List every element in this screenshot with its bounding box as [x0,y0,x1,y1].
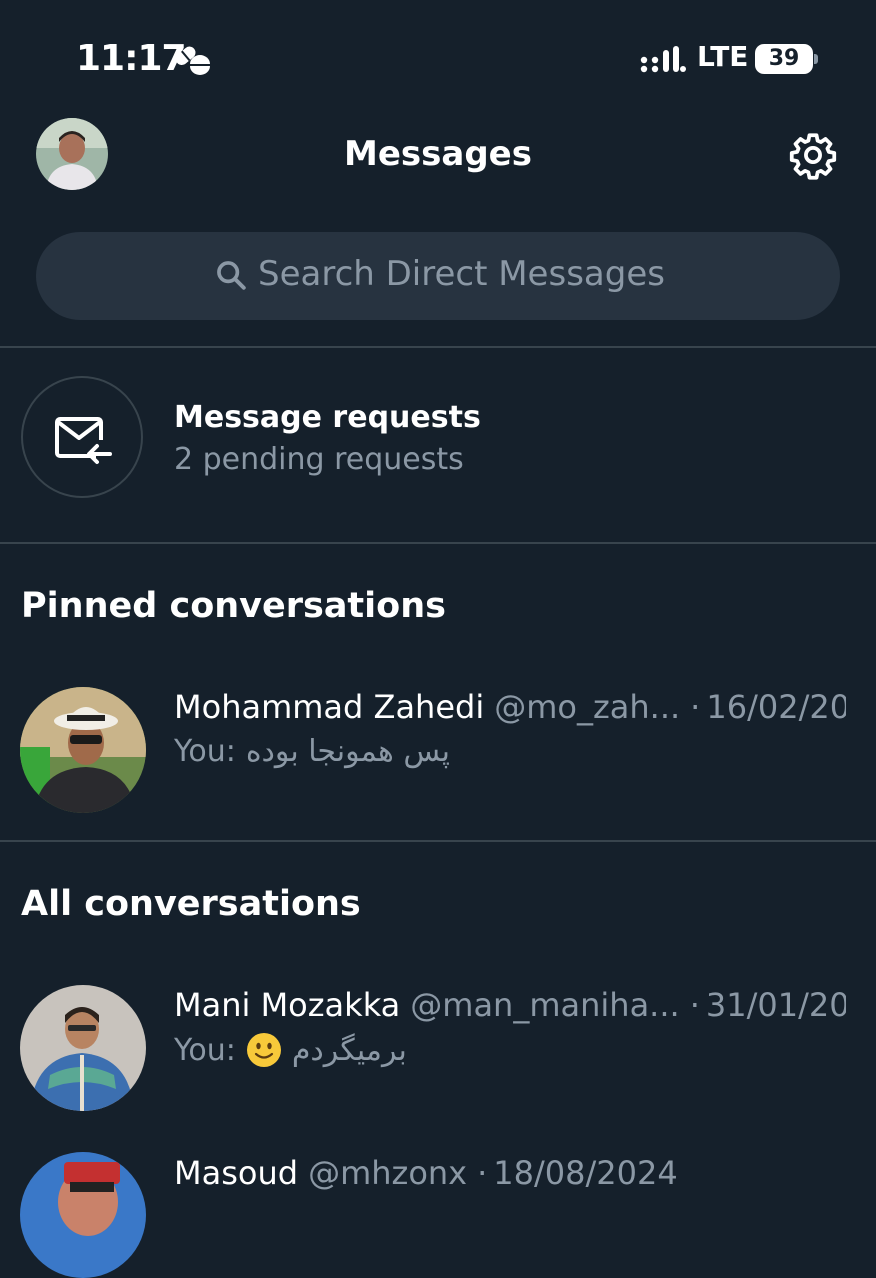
conversation-handle: @mhzonx [308,1154,468,1192]
pill-capsule-icon [175,46,210,75]
search-icon [217,261,246,290]
preview-prefix: You: [174,734,236,769]
slightly-smiling-face-icon [246,1033,281,1067]
conversation-header[interactable]: Mani Mozakka @man_maniha... · 31/01/2025 [174,986,846,1024]
conversation-date: 18/08/2024 [493,1154,678,1192]
conversation-name: Masoud [174,1154,299,1192]
search-placeholder: Search Direct Messages [258,254,665,294]
separator-dot: · [690,688,701,726]
battery-level: 39 [755,44,813,74]
divider [0,840,876,842]
avatar-image [20,985,146,1111]
conversation-avatar[interactable] [20,985,146,1111]
message-requests-count: 2 pending requests [174,442,464,477]
preview-text: برمیگردم [291,1032,407,1068]
conversation-avatar[interactable] [20,687,146,813]
conversation-name: Mohammad Zahedi [174,688,485,726]
status-time: 11:17 [76,38,187,79]
cellular-signal-icon [640,46,686,73]
conversation-date: 31/01/2025 [705,986,846,1024]
conversation-header[interactable]: Masoud @mhzonx · 18/08/2024 [174,1154,846,1192]
gear-icon[interactable] [788,130,838,180]
network-type: LTE [697,40,749,73]
avatar-image [20,1152,146,1278]
divider [0,346,876,348]
conversation-date: 16/02/2024 [706,688,846,726]
conversation-avatar[interactable] [20,1152,146,1278]
divider [0,542,876,544]
avatar-image [20,687,146,813]
conversation-preview[interactable]: You: پس همونجا بوده [174,734,450,769]
conversation-header[interactable]: Mohammad Zahedi @mo_zah... · 16/02/2024 [174,688,846,726]
conversation-preview[interactable]: You: برمیگردم [174,1032,407,1068]
preview-prefix: You: [174,1032,236,1068]
preview-text: پس همونجا بوده [245,734,450,769]
conversation-handle: @man_maniha... [410,986,680,1024]
pinned-conversations-heading: Pinned conversations [21,586,446,626]
envelope-return-icon [55,417,112,464]
separator-dot: · [689,986,700,1024]
page-title: Messages [344,134,532,174]
all-conversations-heading: All conversations [21,884,361,924]
conversation-name: Mani Mozakka [174,986,401,1024]
separator-dot: · [477,1154,488,1192]
battery-nub [814,54,818,64]
conversation-handle: @mo_zah... [494,688,681,726]
message-requests-title[interactable]: Message requests [174,400,481,435]
